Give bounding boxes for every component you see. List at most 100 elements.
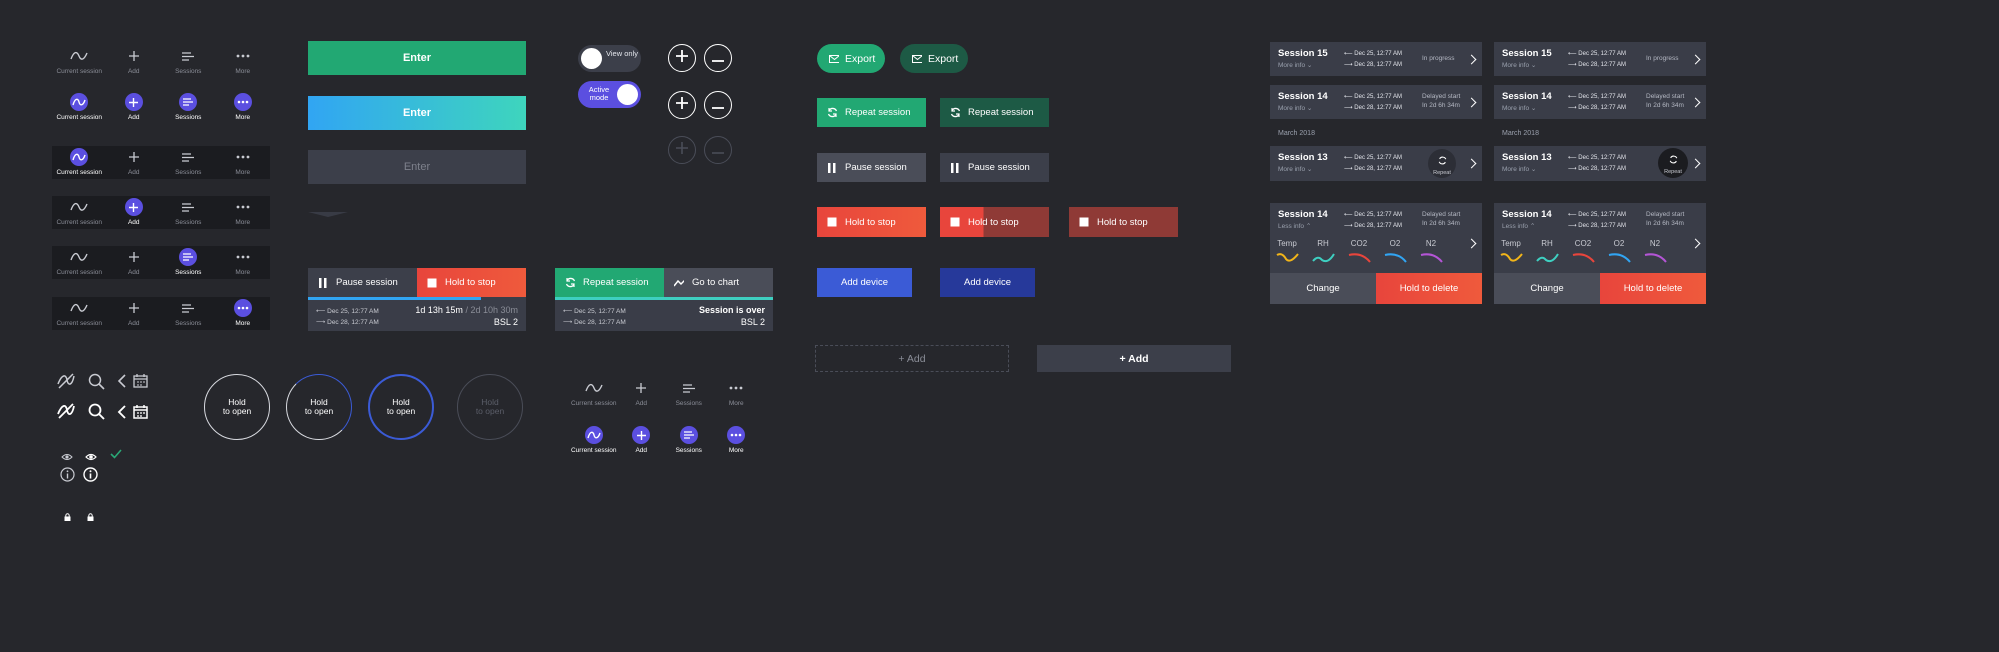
change-button[interactable]: Change xyxy=(1270,273,1376,304)
total-time: / 2d 10h 30m xyxy=(465,305,518,315)
add-device-button[interactable]: Add device xyxy=(817,268,912,297)
add-button[interactable]: + Add xyxy=(1037,345,1231,372)
hold-to-open-button-progress[interactable]: Hold to open xyxy=(286,374,352,440)
increment-button-disabled[interactable] xyxy=(668,136,696,164)
tab-more[interactable]: More xyxy=(216,91,271,124)
repeat-button-pressed[interactable]: Repeat xyxy=(1658,148,1688,178)
list-icon xyxy=(679,426,698,444)
tab-current-session[interactable]: Current session xyxy=(52,297,107,330)
chevron-right-icon xyxy=(1690,238,1701,249)
tab-more[interactable]: More xyxy=(216,196,271,229)
info-icon[interactable] xyxy=(83,467,98,487)
hold-to-open-button[interactable]: Hold to open xyxy=(204,374,270,440)
add-device-button-pressed[interactable]: Add device xyxy=(940,268,1035,297)
tab-more[interactable]: More xyxy=(216,146,271,179)
increment-button[interactable] xyxy=(668,44,696,72)
change-button[interactable]: Change xyxy=(1494,273,1600,304)
session-card[interactable]: Session 13 More info ⌄ ⟵ Dec 25, 12:77 A… xyxy=(1494,146,1706,181)
tab-sessions[interactable]: Sessions xyxy=(161,196,216,229)
increment-button[interactable] xyxy=(668,91,696,119)
more-info-link[interactable]: More info ⌄ xyxy=(1278,61,1312,69)
tab-sessions[interactable]: Sessions xyxy=(161,146,216,179)
hold-to-stop-button[interactable]: Hold to stop xyxy=(817,207,926,237)
less-info-link[interactable]: Less info ⌃ xyxy=(1502,222,1535,230)
hold-to-delete-button[interactable]: Hold to delete xyxy=(1600,273,1706,304)
more-info-link[interactable]: More info ⌄ xyxy=(1502,61,1536,69)
tab-current-session[interactable]: Current session xyxy=(570,424,618,457)
more-info-link[interactable]: More info ⌄ xyxy=(1502,165,1536,173)
repeat-session-button[interactable]: Repeat session xyxy=(817,98,926,127)
hold-to-open-button-full[interactable]: Hold to open xyxy=(368,374,434,440)
tab-sessions[interactable]: Sessions xyxy=(161,45,216,78)
session-card-expanded[interactable]: Session 14 Less info ⌃ ⟵ Dec 25, 12:77 A… xyxy=(1494,203,1706,304)
add-dashed-button[interactable]: + Add xyxy=(815,345,1009,372)
tab-more[interactable]: More xyxy=(713,377,761,410)
tab-add[interactable]: Add xyxy=(618,424,666,457)
tab-current-session[interactable]: Current session xyxy=(52,246,107,279)
session-card[interactable]: Session 14 More info ⌄ ⟵ Dec 25, 12:77 A… xyxy=(1270,85,1482,119)
eye-icon[interactable] xyxy=(85,448,97,466)
tab-add[interactable]: Add xyxy=(107,45,162,78)
tab-add[interactable]: Add xyxy=(107,146,162,179)
tab-sessions[interactable]: Sessions xyxy=(161,91,216,124)
session-card[interactable]: Session 13 More info ⌄ ⟵ Dec 25, 12:77 A… xyxy=(1270,146,1482,181)
tab-sessions[interactable]: Sessions xyxy=(161,297,216,330)
decrement-button[interactable] xyxy=(704,44,732,72)
tab-add[interactable]: Add xyxy=(107,91,162,124)
hold-to-delete-button[interactable]: Hold to delete xyxy=(1376,273,1482,304)
calendar-icon[interactable] xyxy=(133,373,149,394)
tab-bar-small-2: Current session Add Sessions More xyxy=(570,424,760,457)
tab-sessions[interactable]: Sessions xyxy=(161,246,216,279)
calendar-icon[interactable] xyxy=(133,404,149,425)
repeat-button[interactable]: Repeat xyxy=(1428,149,1456,178)
tab-sessions[interactable]: Sessions xyxy=(665,424,713,457)
session-card[interactable]: Session 15 More info ⌄ ⟵ Dec 25, 12:77 A… xyxy=(1494,42,1706,76)
more-info-link[interactable]: More info ⌄ xyxy=(1278,165,1312,173)
info-icon[interactable] xyxy=(60,467,75,487)
pause-session-button-pressed[interactable]: Pause session xyxy=(940,153,1049,182)
eye-icon[interactable] xyxy=(61,448,73,466)
tab-current-session[interactable]: Current session xyxy=(52,196,107,229)
view-only-toggle[interactable]: View only xyxy=(578,45,641,72)
tab-add[interactable]: Add xyxy=(107,297,162,330)
hold-to-stop-button-progress[interactable]: Hold to stop xyxy=(940,207,1049,237)
tab-add[interactable]: Add xyxy=(107,196,162,229)
tab-more[interactable]: More xyxy=(216,246,271,279)
tab-more[interactable]: More xyxy=(216,45,271,78)
enter-button[interactable]: Enter xyxy=(308,96,526,130)
export-button-pressed[interactable]: Export xyxy=(900,44,968,73)
tab-more[interactable]: More xyxy=(216,297,271,330)
enter-button[interactable]: Enter xyxy=(308,41,526,75)
more-info-link[interactable]: More info ⌄ xyxy=(1278,104,1312,112)
less-info-link[interactable]: Less info ⌃ xyxy=(1278,222,1311,230)
active-mode-toggle[interactable]: Active mode xyxy=(578,81,641,108)
repeat-session-button-pressed[interactable]: Repeat session xyxy=(940,98,1049,127)
back-chevron-icon[interactable] xyxy=(116,404,128,425)
tab-current-session[interactable]: Current session xyxy=(52,146,107,179)
plus-icon xyxy=(676,49,688,67)
hold-to-stop-button[interactable]: Hold to stop xyxy=(417,268,526,297)
tab-current-session[interactable]: Current session xyxy=(570,377,618,410)
button-label: Hold to stop xyxy=(1097,216,1148,228)
pause-session-button[interactable]: Pause session xyxy=(817,153,926,182)
pause-session-button[interactable]: Pause session xyxy=(308,268,417,297)
session-card[interactable]: Session 14 More info ⌄ ⟵ Dec 25, 12:77 A… xyxy=(1494,85,1706,119)
tab-current-session[interactable]: Current session xyxy=(52,45,107,78)
go-to-chart-button[interactable]: Go to chart xyxy=(664,268,773,297)
hold-to-open-button-disabled[interactable]: Hold to open xyxy=(457,374,523,440)
decrement-button[interactable] xyxy=(704,91,732,119)
tab-more[interactable]: More xyxy=(713,424,761,457)
session-card-expanded[interactable]: Session 14 Less info ⌃ ⟵ Dec 25, 12:77 A… xyxy=(1270,203,1482,304)
more-info-link[interactable]: More info ⌄ xyxy=(1502,104,1536,112)
tab-add[interactable]: Add xyxy=(618,377,666,410)
tab-add[interactable]: Add xyxy=(107,246,162,279)
session-card[interactable]: Session 15 More info ⌄ ⟵ Dec 25, 12:77 A… xyxy=(1270,42,1482,76)
tab-sessions[interactable]: Sessions xyxy=(665,377,713,410)
enter-button-disabled[interactable]: Enter xyxy=(308,150,526,184)
repeat-session-button[interactable]: Repeat session xyxy=(555,268,664,297)
export-button[interactable]: Export xyxy=(817,44,885,73)
hold-to-stop-button-disabled[interactable]: Hold to stop xyxy=(1069,207,1178,237)
tab-current-session[interactable]: Current session xyxy=(52,91,107,124)
decrement-button-disabled[interactable] xyxy=(704,136,732,164)
back-chevron-icon[interactable] xyxy=(116,373,128,394)
